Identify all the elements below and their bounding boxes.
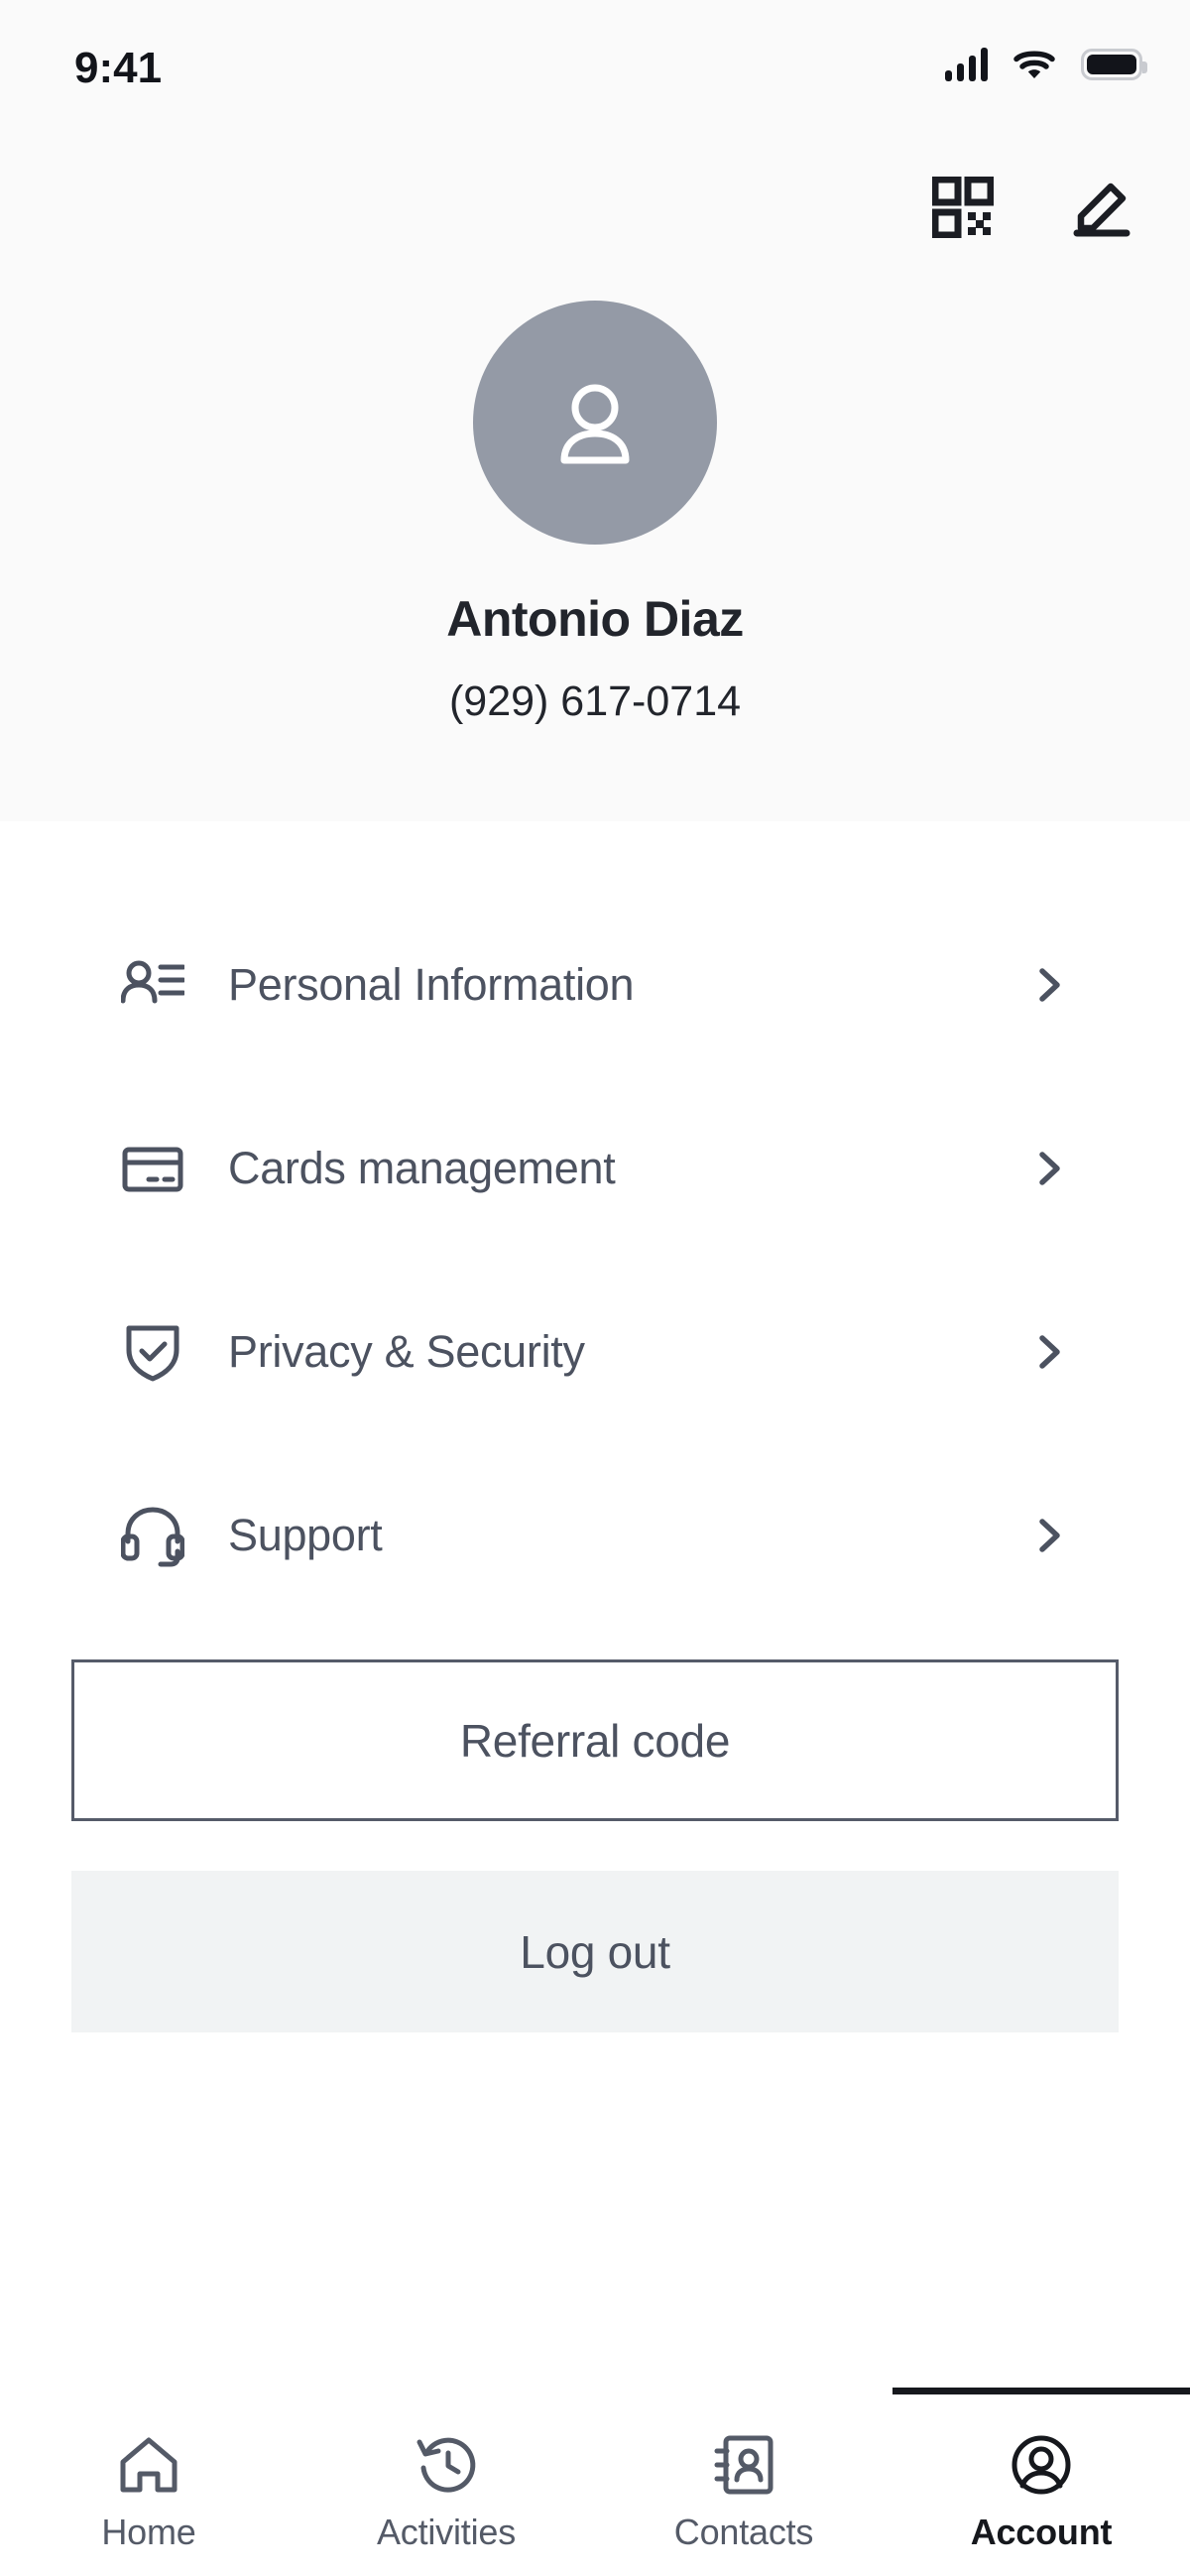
- account-menu-list: Personal Information Cards management Pr…: [0, 893, 1190, 1627]
- tab-label: Activities: [376, 2512, 517, 2552]
- tab-label: Home: [101, 2512, 196, 2552]
- contact-person-list-icon: [121, 953, 184, 1017]
- menu-item-cards-management[interactable]: Cards management: [0, 1076, 1190, 1260]
- menu-item-label: Privacy & Security: [228, 1325, 585, 1377]
- qr-code-button[interactable]: [932, 177, 994, 238]
- home-icon: [116, 2432, 181, 2498]
- status-bar-time: 9:41: [74, 44, 163, 92]
- bottom-tab-bar: Home Activities Contacts Account: [0, 2388, 1190, 2576]
- profile-phone: (929) 617-0714: [448, 677, 742, 725]
- shield-check-icon: [121, 1320, 184, 1384]
- tab-active-indicator: [892, 2388, 1190, 2394]
- menu-item-label: Personal Information: [228, 958, 635, 1010]
- edit-profile-button[interactable]: [1071, 177, 1132, 238]
- menu-item-privacy-security[interactable]: Privacy & Security: [0, 1260, 1190, 1443]
- tab-active-indicator: [595, 2388, 892, 2394]
- user-circle-icon: [1009, 2432, 1074, 2498]
- tab-home[interactable]: Home: [0, 2388, 298, 2576]
- header-actions: [932, 177, 1132, 238]
- address-book-icon: [711, 2432, 776, 2498]
- profile-name: Antonio Diaz: [446, 591, 744, 647]
- account-screen: 9:41 Antonio Diaz (929) 617-0714 Persona…: [0, 0, 1190, 2576]
- logout-button[interactable]: Log out: [71, 1871, 1119, 2032]
- chevron-right-icon: [1029, 1516, 1069, 1555]
- tab-activities[interactable]: Activities: [298, 2388, 595, 2576]
- history-clock-icon: [414, 2432, 479, 2498]
- status-bar-icons: [945, 48, 1147, 81]
- user-avatar-icon: [560, 384, 630, 464]
- menu-item-label: Support: [228, 1509, 383, 1560]
- chevron-right-icon: [1029, 1149, 1069, 1188]
- battery-full-icon: [1081, 49, 1147, 80]
- pencil-edit-icon: [1073, 183, 1130, 237]
- tab-active-indicator: [0, 2388, 298, 2394]
- tab-label: Contacts: [673, 2512, 814, 2552]
- status-bar: 9:41: [0, 0, 1190, 119]
- chevron-right-icon: [1029, 965, 1069, 1005]
- credit-card-icon: [121, 1137, 184, 1200]
- menu-item-label: Cards management: [228, 1142, 616, 1193]
- wifi-icon: [1013, 49, 1055, 80]
- qr-code-icon: [932, 177, 994, 238]
- tab-active-indicator: [298, 2388, 595, 2394]
- avatar[interactable]: [473, 301, 717, 545]
- headset-icon: [121, 1504, 184, 1567]
- tab-account[interactable]: Account: [892, 2388, 1190, 2576]
- tab-contacts[interactable]: Contacts: [595, 2388, 892, 2576]
- menu-item-personal-information[interactable]: Personal Information: [0, 893, 1190, 1076]
- menu-item-support[interactable]: Support: [0, 1443, 1190, 1627]
- cellular-signal-icon: [945, 48, 988, 81]
- chevron-right-icon: [1029, 1332, 1069, 1372]
- tab-label: Account: [970, 2512, 1113, 2552]
- referral-code-button[interactable]: Referral code: [71, 1659, 1119, 1821]
